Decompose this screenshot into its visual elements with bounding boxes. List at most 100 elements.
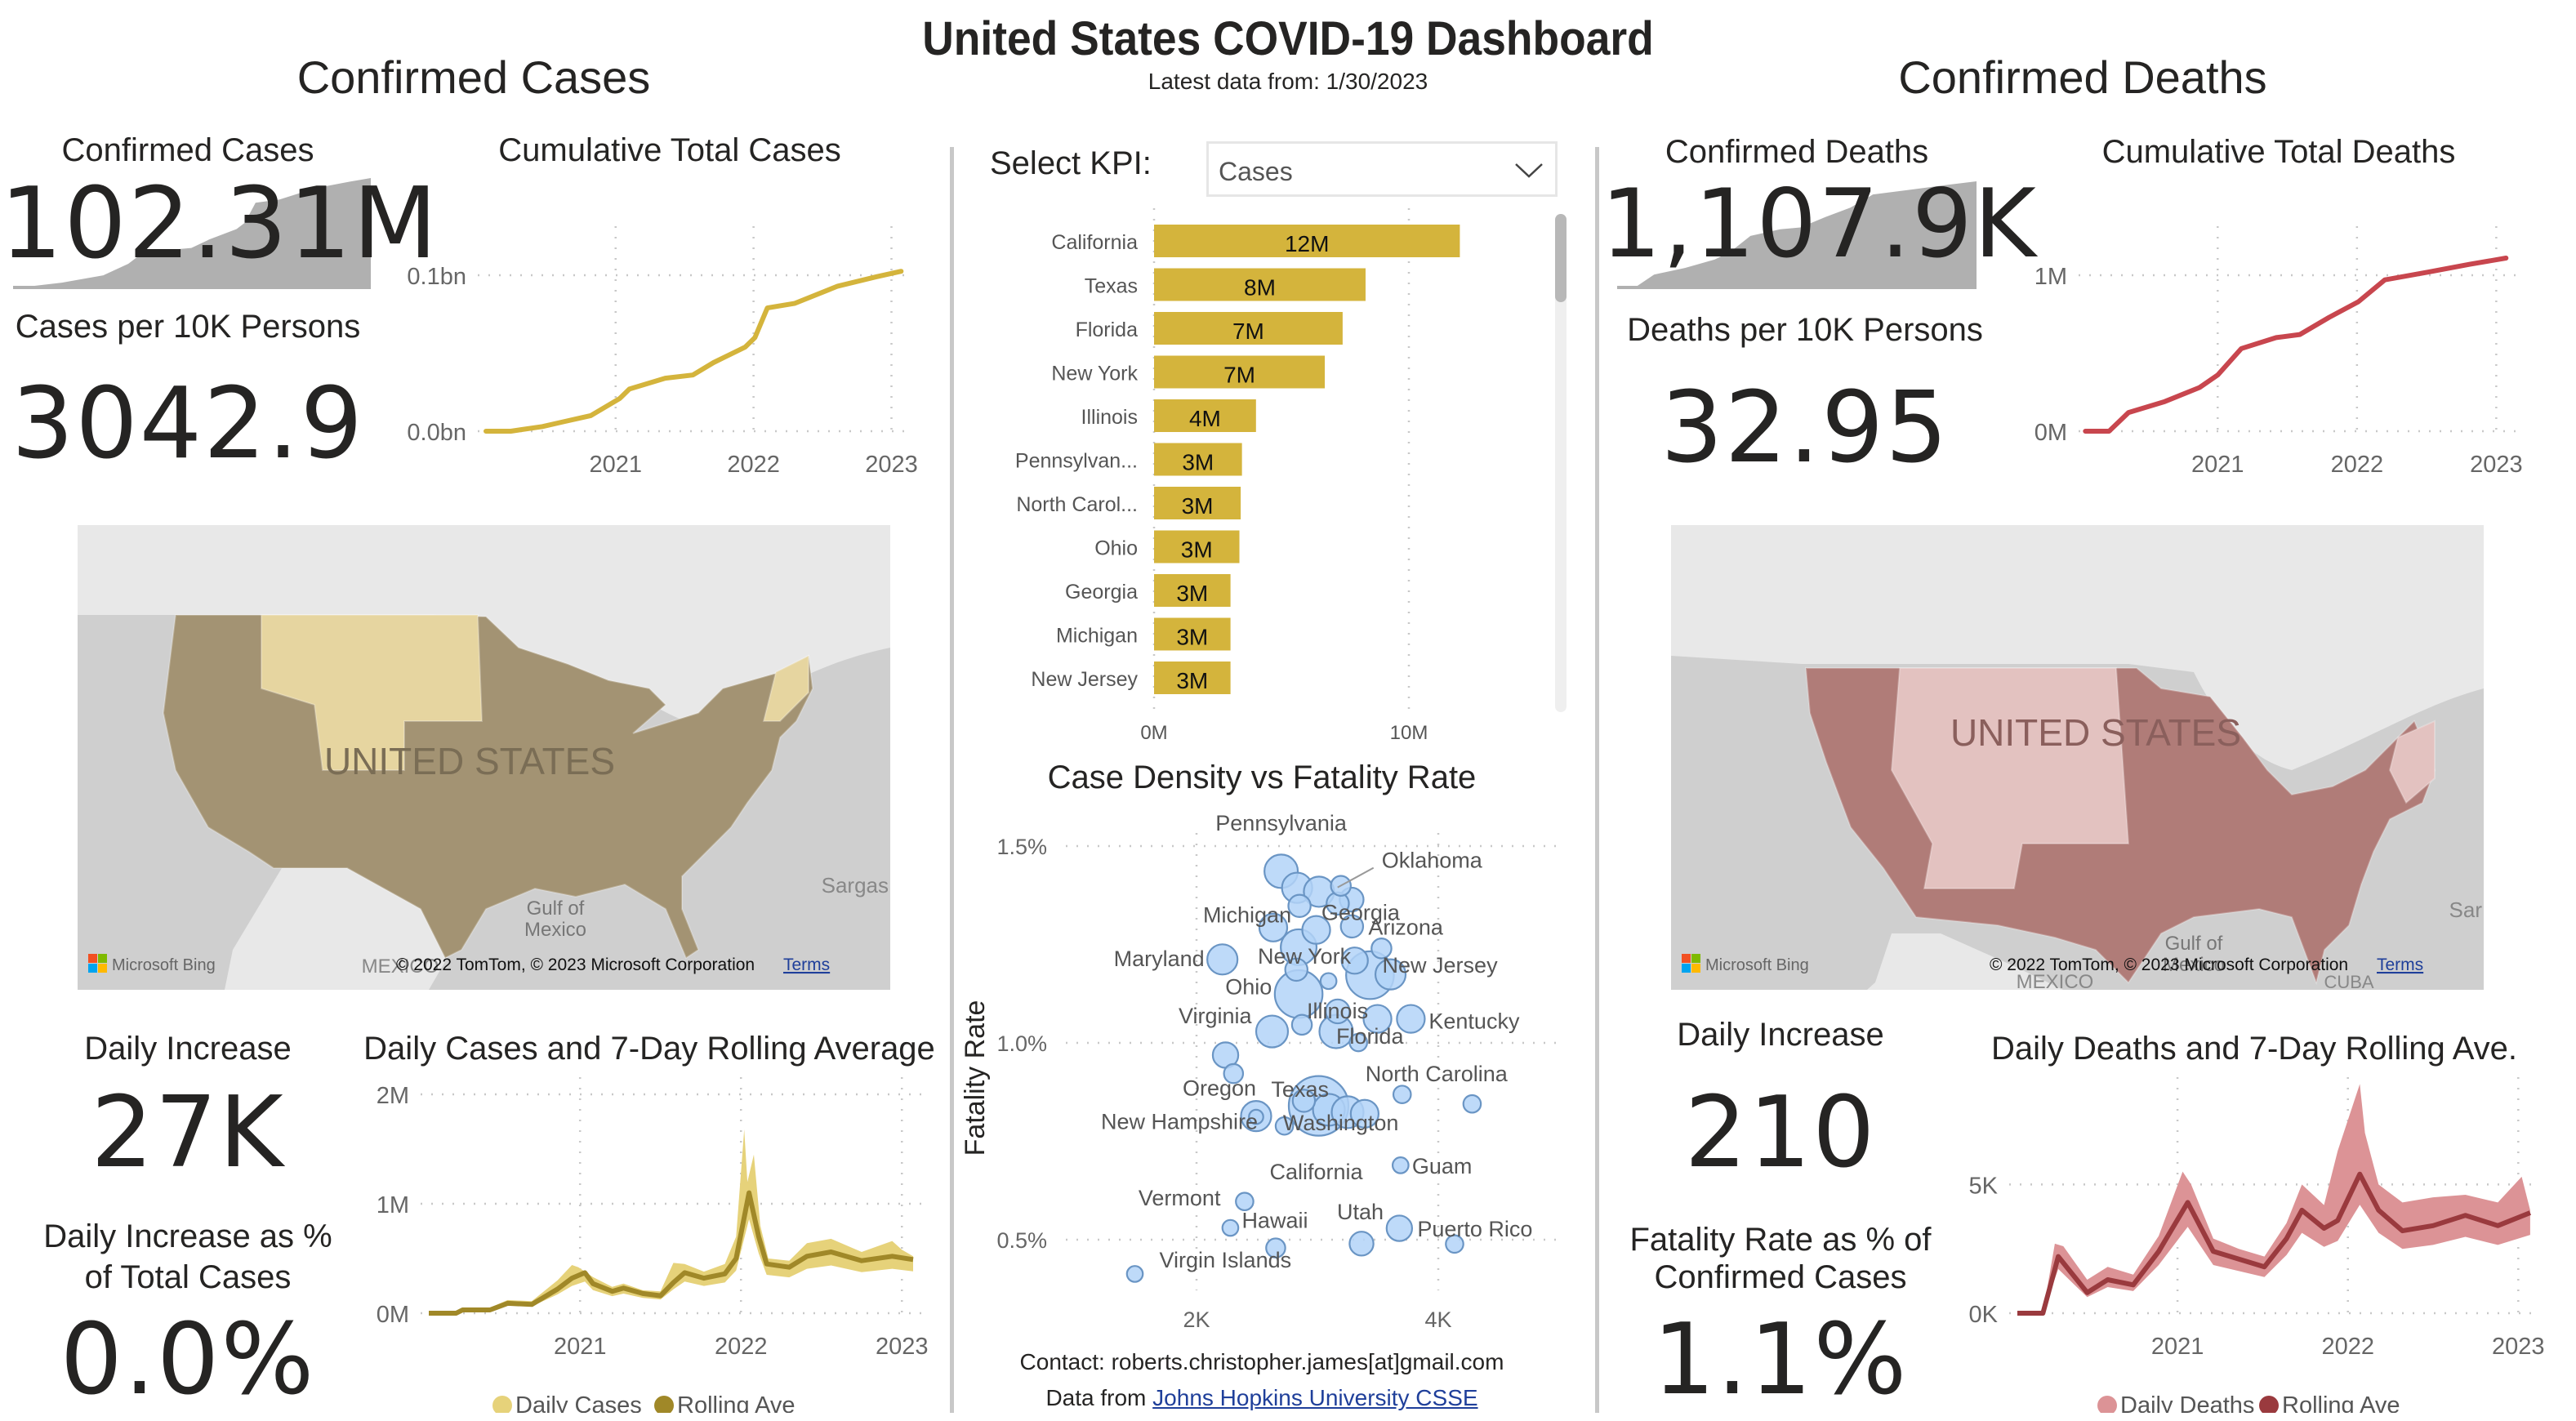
- contact-text: Contact: roberts.christopher.james[at]gm…: [1019, 1349, 1504, 1374]
- y-tick-label: 5K: [1969, 1173, 1999, 1199]
- legend-rolling-marker: [2259, 1396, 2279, 1413]
- bar-category-label: California: [1051, 231, 1138, 254]
- scatter-title: Case Density vs Fatality Rate: [1047, 760, 1477, 795]
- kpi-deaths-per-10k-value[interactable]: 32.95: [1601, 372, 2009, 486]
- bar-data-label: 7M: [1223, 363, 1255, 388]
- x-tick-label: 2023: [865, 452, 918, 478]
- scatter-point[interactable]: [1392, 1085, 1412, 1104]
- bing-label: Microsoft Bing: [1705, 956, 1809, 974]
- cases-map[interactable]: UNITED STATES Gulf of Mexico MEXICO Sarg…: [78, 525, 890, 990]
- map-copyright: © 2022 TomTom, © 2023 Microsoft Corporat…: [1990, 956, 2348, 974]
- kpi-daily-pct-value[interactable]: 0.0%: [0, 1303, 376, 1418]
- y-tick-label: 0.0bn: [407, 420, 466, 446]
- kpi-daily-increase-deaths-value[interactable]: 210: [1601, 1076, 1960, 1191]
- kpi-confirmed-deaths-label: Confirmed Deaths: [1665, 134, 1929, 170]
- scatter-point[interactable]: [1462, 1094, 1482, 1114]
- x-tick-label: 2022: [2321, 1334, 2374, 1360]
- top-states-bar-chart[interactable]: 0M 10M California 12M Texas 8M Florida 7M New Yo…: [956, 208, 1544, 747]
- y-tick-label: 0.1bn: [407, 264, 466, 290]
- scatter-point-label: Texas: [1271, 1077, 1329, 1102]
- scatter-point[interactable]: [1287, 893, 1312, 918]
- scatter-point[interactable]: [1319, 972, 1338, 991]
- y-tick-label: 1.5%: [996, 835, 1047, 859]
- kpi-fatality-value[interactable]: 1.1%: [1601, 1303, 1960, 1418]
- x-tick-label: 2023: [2470, 452, 2523, 478]
- x-tick-label: 2021: [2151, 1334, 2204, 1360]
- bar-category-label: North Carol...: [1016, 493, 1138, 516]
- cumulative-cases-title: Cumulative Total Cases: [498, 132, 841, 168]
- map-copyright: © 2022 TomTom, © 2023 Microsoft Corporat…: [396, 956, 755, 974]
- x-tick-label: 2023: [2492, 1334, 2545, 1360]
- scatter-point[interactable]: [1221, 1218, 1240, 1237]
- kpi-confirmed-cases-label: Confirmed Cases: [61, 132, 314, 168]
- x-tick-label: 2K: [1183, 1307, 1210, 1331]
- map-sargasso-label: Sargas: [822, 873, 889, 898]
- bar-chart-scrollbar-thumb[interactable]: [1555, 214, 1567, 302]
- series-line: [2083, 256, 2509, 434]
- bar-category-label: Illinois: [1081, 406, 1138, 429]
- kpi-daily-pct-label-1: Daily Increase as %: [43, 1218, 332, 1254]
- bar-chart-scrollbar-track[interactable]: [1555, 214, 1567, 712]
- cases-section-title: Confirmed Cases: [296, 51, 651, 103]
- rolling-average-line: [429, 1190, 914, 1316]
- legend-rolling-label: Rolling Ave: [2282, 1392, 2400, 1413]
- map-terms-link[interactable]: Terms: [783, 956, 830, 974]
- bar-category-label: Michigan: [1056, 625, 1138, 648]
- deaths-map[interactable]: UNITED STATES Gulf of Mexico MEXICO CUBA…: [1671, 525, 2484, 990]
- bar-data-label: 3M: [1176, 625, 1208, 650]
- y-tick-label: 1M: [2035, 264, 2067, 290]
- scatter-point-label: Oregon: [1183, 1076, 1256, 1101]
- cumulative-cases-chart[interactable]: 0.0bn 0.1bn 2021 2022 2023: [376, 188, 939, 482]
- scatter-point-label: Guam: [1412, 1154, 1473, 1178]
- scatter-point-label: Ohio: [1225, 974, 1272, 999]
- scatter-point[interactable]: [1125, 1265, 1144, 1283]
- cumulative-deaths-chart[interactable]: 0M 1M 2021 2022 2023: [1977, 188, 2565, 482]
- legend-daily-marker: [2097, 1396, 2117, 1413]
- kpi-cases-per-10k-label: Cases per 10K Persons: [15, 309, 361, 345]
- legend-daily-marker: [492, 1396, 512, 1413]
- scatter-point-label: Utah: [1337, 1200, 1384, 1224]
- bar-data-label: 3M: [1176, 581, 1208, 606]
- select-kpi-label: Select KPI:: [990, 145, 1152, 181]
- y-tick-label: 0M: [377, 1302, 409, 1328]
- scatter-point-label: Washington: [1283, 1111, 1399, 1135]
- legend-rolling-marker: [654, 1396, 674, 1413]
- kpi-confirmed-deaths-value[interactable]: 1,107.9K: [1601, 167, 2036, 282]
- scatter-point-label: Kentucky: [1428, 1009, 1520, 1034]
- scatter-point-label: North Carolina: [1366, 1062, 1509, 1086]
- kpi-dropdown-value: Cases: [1219, 157, 1293, 186]
- scatter-point[interactable]: [1385, 1214, 1414, 1242]
- latest-data-date: 1/30/2023: [1326, 69, 1428, 94]
- left-divider: [950, 147, 954, 1413]
- map-terms-link[interactable]: Terms: [2377, 956, 2423, 974]
- kpi-dropdown[interactable]: Cases: [1206, 141, 1558, 197]
- daily-cases-chart[interactable]: 0M 1M 2M 2021 2022 2023 Daily Cases Rolling Ave: [343, 1070, 947, 1413]
- scatter-point[interactable]: [1255, 1014, 1290, 1049]
- y-axis-title: Fatality Rate: [960, 1000, 991, 1156]
- x-tick-label: 2021: [2191, 452, 2244, 478]
- scatter-point-label: New York: [1258, 944, 1352, 969]
- x-tick-label: 2022: [727, 452, 780, 478]
- bar-data-label: 4M: [1189, 406, 1221, 431]
- kpi-cases-per-10k-value[interactable]: 3042.9: [0, 368, 376, 482]
- kpi-fatality-label-1: Fatality Rate as % of: [1629, 1222, 1932, 1258]
- legend-daily-label: Daily Cases: [515, 1392, 642, 1413]
- y-tick-label: 2M: [377, 1083, 409, 1109]
- scatter-point[interactable]: [1348, 1231, 1375, 1257]
- bar-data-label: 3M: [1181, 537, 1213, 563]
- bar-data-label: 3M: [1182, 450, 1214, 475]
- kpi-confirmed-cases-value[interactable]: 102.31M: [0, 167, 437, 282]
- data-source-link[interactable]: Johns Hopkins University CSSE: [1152, 1385, 1477, 1410]
- scatter-point[interactable]: [1206, 943, 1239, 976]
- chevron-down-icon[interactable]: [1514, 162, 1544, 180]
- daily-series-band: [2017, 1084, 2530, 1313]
- legend-rolling-label: Rolling Ave: [677, 1392, 796, 1413]
- data-from-label: Data from: [1045, 1385, 1147, 1410]
- bar-data-label: 3M: [1176, 668, 1208, 693]
- kpi-daily-increase-cases-value[interactable]: 27K: [0, 1076, 376, 1191]
- daily-deaths-chart[interactable]: 0K 5K 2021 2022 2023 Daily Deaths Rolling Ave: [1960, 1070, 2565, 1413]
- density-vs-fatality-scatter[interactable]: 0.5%1.0%1.5%2K4KCases Per 10KFatality Ra…: [956, 808, 1568, 1331]
- bar-data-label: 12M: [1285, 231, 1329, 256]
- y-tick-label: 0K: [1969, 1302, 1999, 1328]
- scatter-point[interactable]: [1391, 1156, 1410, 1174]
